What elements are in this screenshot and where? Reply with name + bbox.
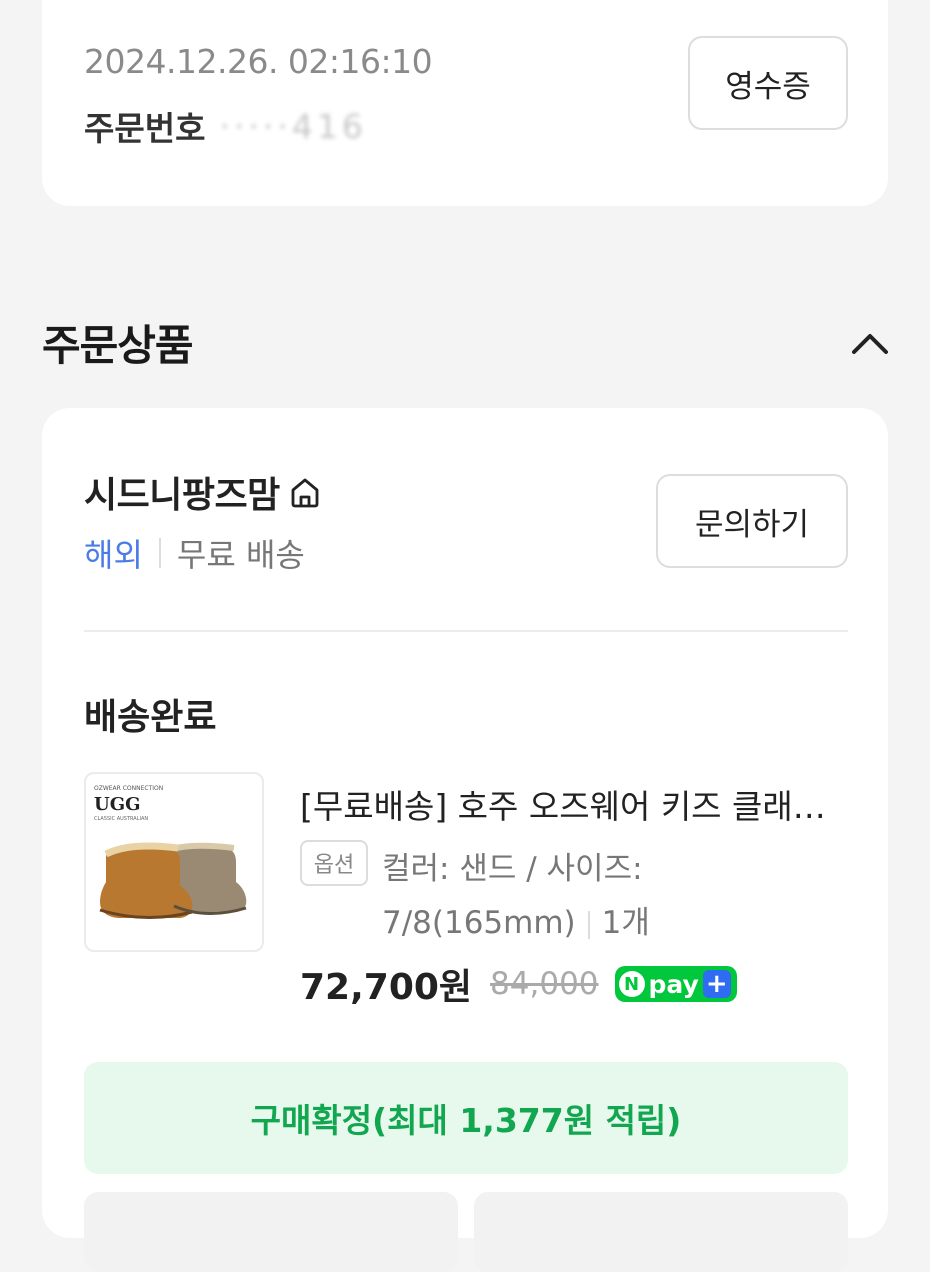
product-thumbnail[interactable]: OZWEAR CONNECTION UGG CLASSIC AUSTRALIAN (84, 772, 264, 952)
shipping-origin: 해외 (84, 536, 143, 574)
order-number-row: 주문번호 ·····416 (84, 102, 367, 150)
order-number-label: 주문번호 (84, 109, 206, 148)
divider (587, 910, 590, 939)
store-row[interactable]: 시드니팡즈맘 (84, 466, 324, 518)
product-name[interactable]: [무료배송] 호주 오즈웨어 키즈 클래식 미니 부츠 (300, 780, 848, 828)
secondary-action-button[interactable] (84, 1192, 458, 1272)
original-price: 84,000 (490, 966, 599, 1002)
secondary-action-button[interactable] (474, 1192, 848, 1272)
delivery-status: 배송완료 (84, 697, 217, 738)
divider (158, 538, 161, 568)
plus-icon: + (702, 969, 731, 999)
inquiry-button[interactable]: 문의하기 (656, 474, 848, 568)
npay-n-icon: N (618, 971, 645, 997)
receipt-button[interactable]: 영수증 (688, 36, 848, 130)
order-info-card: 2024.12.26. 02:16:10 주문번호 ·····416 영수증 (42, 0, 888, 206)
sale-price: 72,700원 (300, 967, 473, 1008)
purchase-confirm-button[interactable]: 구매확정(최대 1,377원 적립) (84, 1062, 848, 1174)
boots-image: OZWEAR CONNECTION UGG CLASSIC AUSTRALIAN (94, 785, 247, 919)
shipping-info: 해외 무료 배송 (84, 530, 305, 576)
npay-plus-badge: N pay + (614, 966, 737, 1002)
divider (84, 630, 848, 632)
thumbnail-sub-text: CLASSIC AUSTRALIAN (94, 816, 148, 822)
chevron-up-icon[interactable] (848, 322, 892, 366)
option-details: 컬러: 샌드 / 사이즈: 7/8(165mm) 1개 (382, 842, 842, 950)
home-icon[interactable] (286, 473, 324, 511)
section-title: 주문상품 (42, 321, 194, 370)
shipping-fee: 무료 배송 (176, 536, 305, 574)
npay-label: pay (648, 969, 699, 999)
option-badge: 옵션 (300, 840, 368, 886)
store-name[interactable]: 시드니팡즈맘 (84, 466, 280, 518)
order-datetime: 2024.12.26. 02:16:10 (84, 42, 433, 81)
order-number-value: ·····416 (219, 106, 367, 146)
quantity: 1개 (601, 905, 650, 941)
price-row: 72,700원 84,000 N pay + (300, 958, 737, 1010)
order-product-card: 시드니팡즈맘 해외 무료 배송 문의하기 배송완료 OZWEAR CONNECT… (42, 408, 888, 1272)
thumbnail-brand: UGG (94, 794, 140, 815)
thumbnail-top-text: OZWEAR CONNECTION (94, 785, 163, 792)
